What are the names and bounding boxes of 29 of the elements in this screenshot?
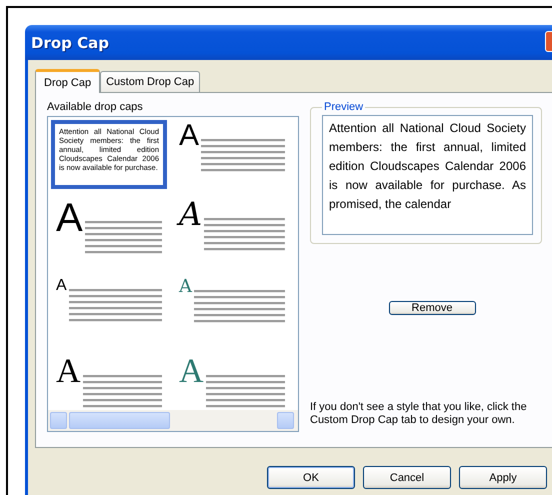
drop-cap-letter: A bbox=[179, 358, 204, 386]
preview-legend: Preview bbox=[322, 101, 366, 113]
preview-text: Attention all National Cloud Society members: the first annual, limited edition Cloudscapes Calendar 2006 is now available for purchase. As promised, the calendar bbox=[322, 115, 533, 235]
drop-cap-option[interactable]: A bbox=[174, 276, 290, 345]
drop-cap-letter: A bbox=[56, 202, 83, 234]
dialog-button[interactable]: OK bbox=[267, 466, 355, 489]
drop-cap-option[interactable]: A bbox=[174, 120, 290, 189]
dialog-button[interactable]: Apply bbox=[459, 466, 547, 489]
drop-cap-option[interactable]: A bbox=[51, 354, 167, 410]
scroll-left-button[interactable] bbox=[50, 412, 67, 429]
drop-cap-letter: A bbox=[179, 202, 202, 228]
tab[interactable]: Custom Drop Cap bbox=[100, 71, 200, 92]
drop-cap-option[interactable]: A bbox=[51, 276, 167, 345]
scroll-thumb[interactable] bbox=[69, 412, 170, 429]
drop-cap-letter: A bbox=[56, 358, 81, 386]
horizontal-scrollbar[interactable] bbox=[48, 410, 298, 431]
hint-text: If you don't see a style that you like, click the Custom Drop Cap tab to design your own. bbox=[310, 401, 528, 428]
dialog-button[interactable]: Cancel bbox=[363, 466, 451, 489]
drop-cap-option[interactable]: A bbox=[174, 198, 290, 267]
drop-cap-letter: A bbox=[179, 280, 192, 294]
drop-cap-letter: A bbox=[56, 280, 67, 293]
drop-cap-letter: A bbox=[179, 124, 200, 148]
tab[interactable]: Drop Cap bbox=[35, 69, 100, 93]
drop-cap-option[interactable]: A bbox=[174, 354, 290, 410]
window-title: Drop Cap bbox=[31, 34, 109, 52]
remove-button[interactable]: Remove bbox=[388, 301, 476, 315]
drop-cap-option[interactable]: A bbox=[51, 198, 167, 267]
scroll-right-button[interactable] bbox=[277, 412, 294, 429]
list-label: Available drop caps bbox=[47, 101, 144, 113]
